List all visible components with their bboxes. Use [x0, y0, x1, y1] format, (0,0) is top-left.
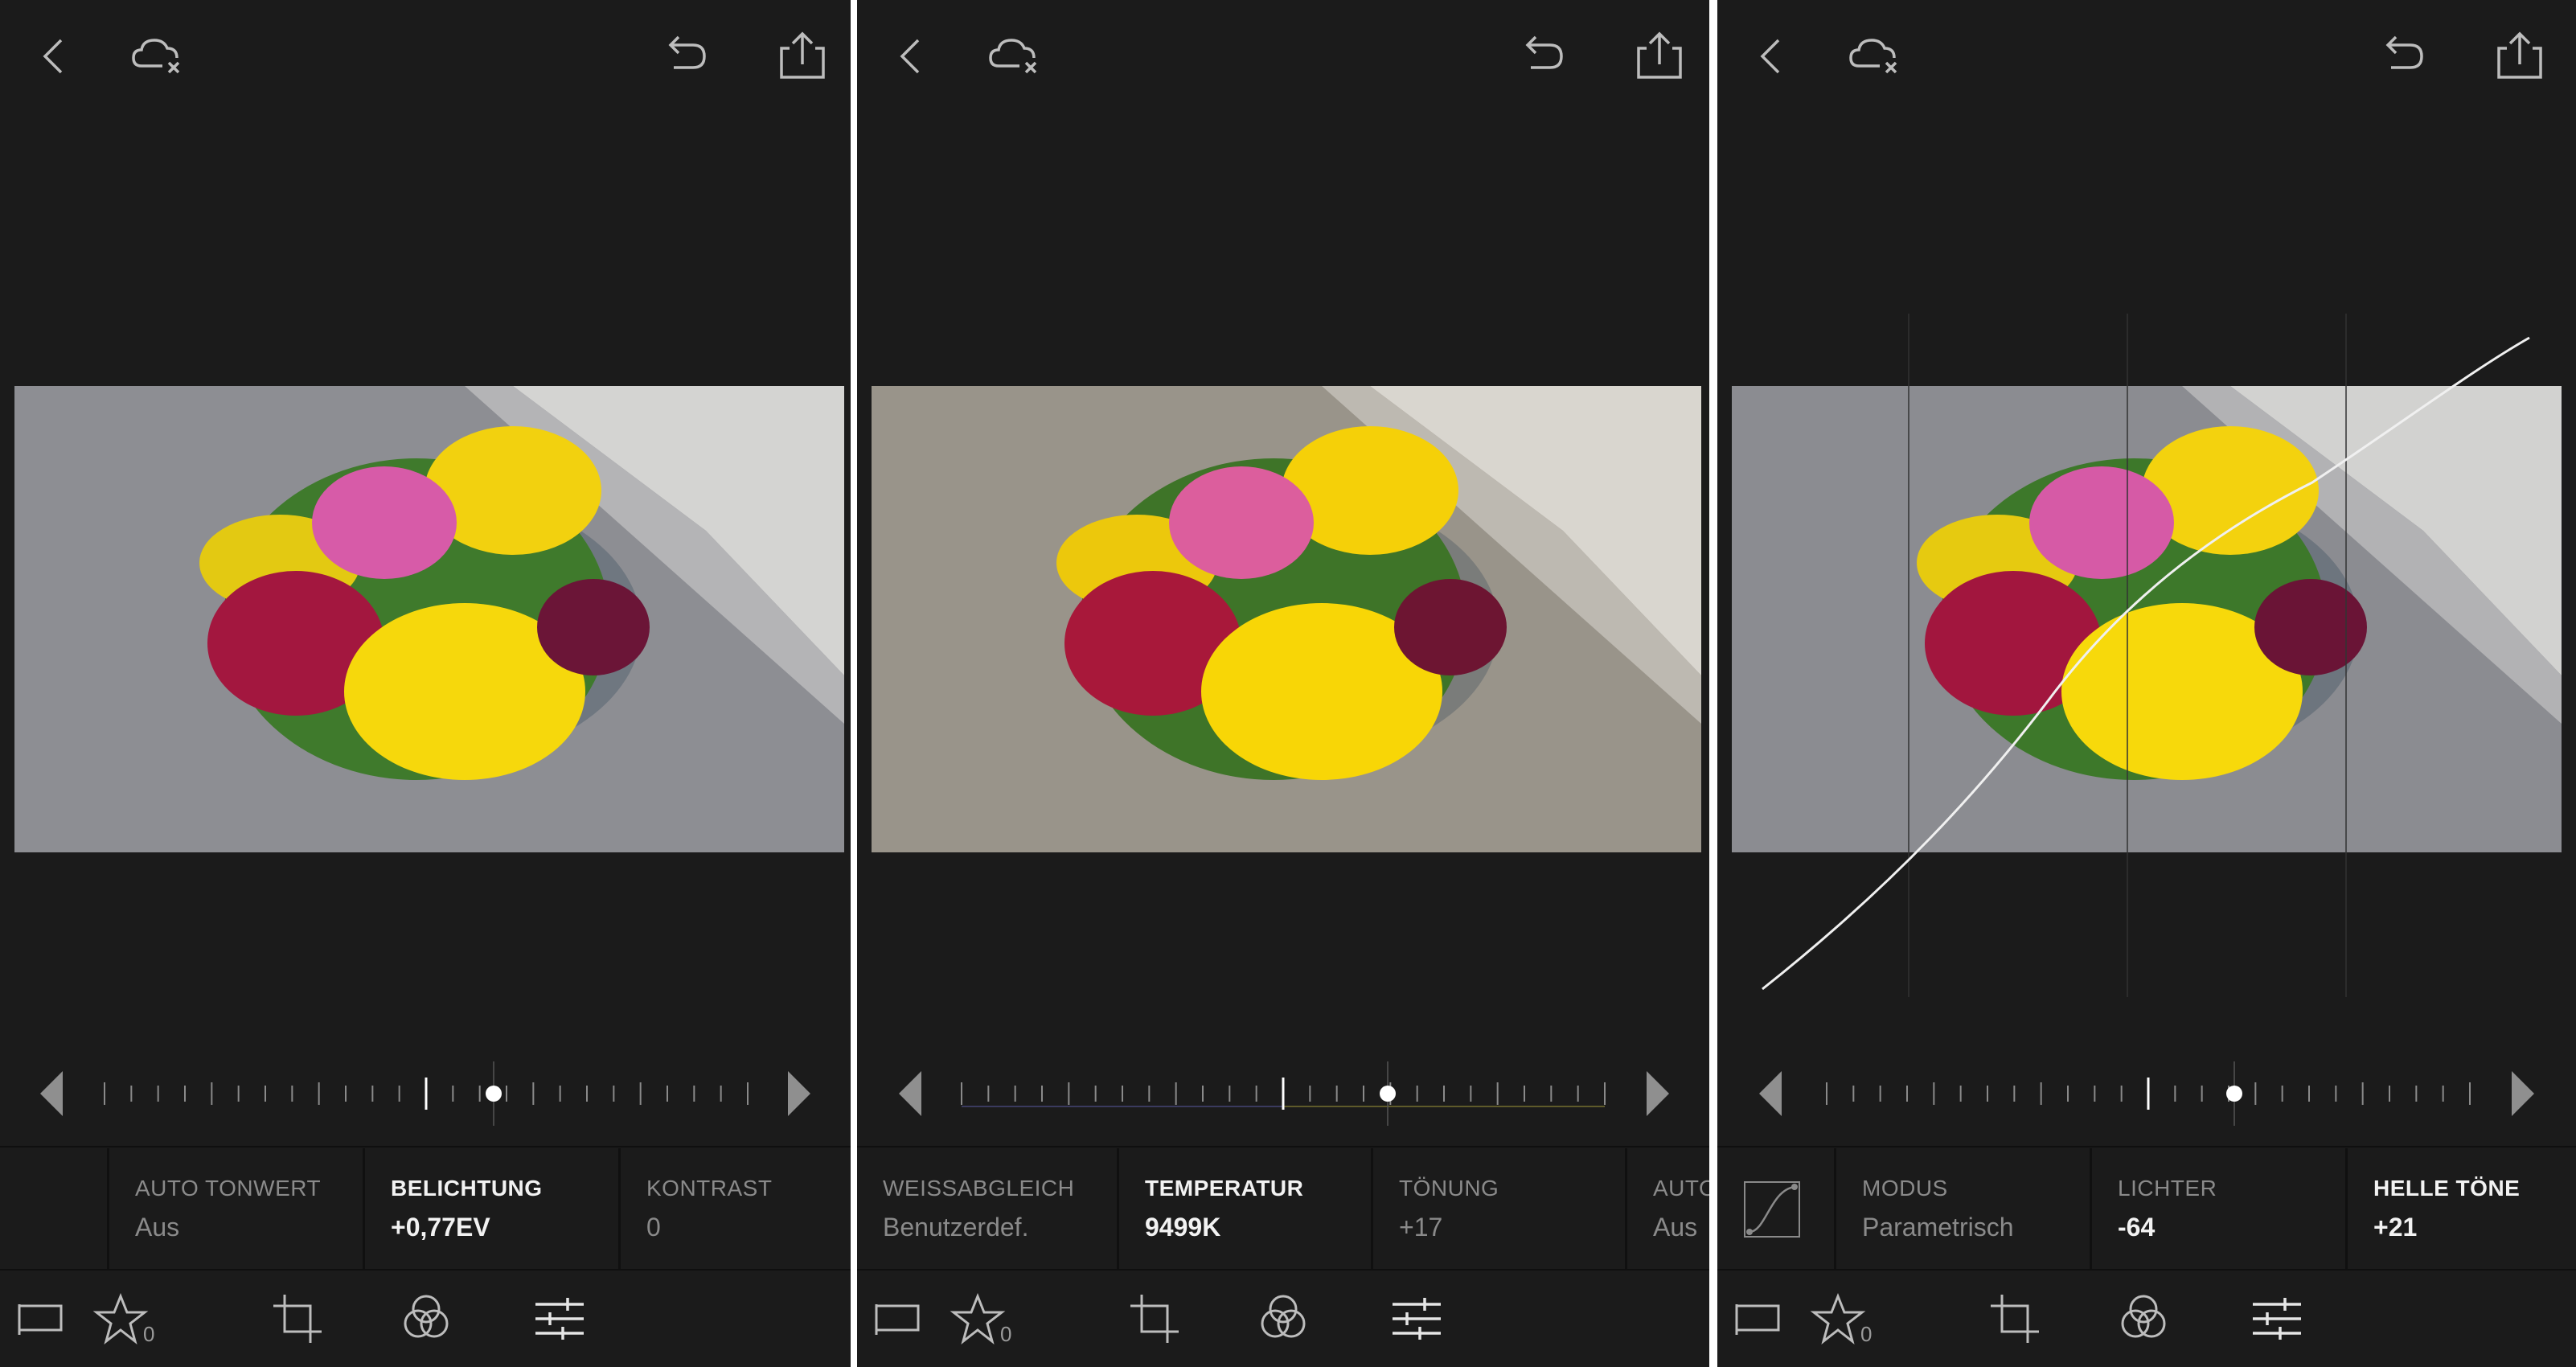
- tab-label: TEMPERATUR: [1145, 1176, 1304, 1201]
- tab-label: LICHTER: [2118, 1176, 2217, 1201]
- slider-right-arrow: [2512, 1071, 2534, 1116]
- tab-spacer: [0, 1148, 109, 1269]
- tab-value: +0,77EV: [391, 1213, 490, 1242]
- tab-value: Aus: [1653, 1213, 1698, 1242]
- back-icon[interactable]: [23, 24, 87, 88]
- crop-icon[interactable]: [1122, 1287, 1187, 1351]
- editor-panel-tone-curve: MODUS Parametrisch LICHTER -64 HELLE TÖN…: [1717, 0, 2576, 1367]
- flag-icon[interactable]: [8, 1287, 72, 1351]
- adjustments-icon[interactable]: [1384, 1287, 1449, 1351]
- cloud-offline-icon[interactable]: [984, 24, 1048, 88]
- tab-lichter[interactable]: LICHTER -64: [2092, 1148, 2348, 1269]
- tab-value: 0: [646, 1213, 661, 1242]
- share-icon[interactable]: [1627, 24, 1692, 88]
- crop-icon[interactable]: [1983, 1287, 2047, 1351]
- tab-auto-tonwert[interactable]: AUTO TONWERT Aus: [109, 1148, 365, 1269]
- tab-label: KONTRAST: [646, 1176, 773, 1201]
- tone-curve-icon: [1744, 1181, 1800, 1238]
- back-icon[interactable]: [880, 24, 944, 88]
- tab-value: +21: [2373, 1213, 2418, 1242]
- slider-right-arrow: [788, 1071, 810, 1116]
- slider-right-arrow: [1647, 1071, 1669, 1116]
- share-icon[interactable]: [770, 24, 835, 88]
- undo-icon[interactable]: [2370, 24, 2434, 88]
- editor-panel-exposure: AUTO TONWERT Aus BELICHTUNG +0,77EV KONT…: [0, 0, 851, 1367]
- rating-count: 0: [1860, 1322, 1873, 1346]
- bottom-toolbar: 0: [857, 1271, 1709, 1367]
- tab-belichtung[interactable]: BELICHTUNG +0,77EV: [365, 1148, 621, 1269]
- cloud-offline-icon[interactable]: [127, 24, 191, 88]
- adjustment-slider[interactable]: [1717, 1045, 2576, 1142]
- tab-label: BELICHTUNG: [391, 1176, 543, 1201]
- tab-label: TÖNUNG: [1399, 1176, 1499, 1201]
- adjustment-tabs: AUTO TONWERT Aus BELICHTUNG +0,77EV KONT…: [0, 1148, 851, 1269]
- adjustment-tabs: WEISSABGLEICH Benutzerdef. TEMPERATUR 94…: [857, 1148, 1709, 1269]
- rating-count: 0: [143, 1322, 155, 1346]
- tab-value: 9499K: [1145, 1213, 1221, 1242]
- slider-left-arrow: [40, 1071, 63, 1116]
- adjustment-slider[interactable]: [0, 1045, 851, 1142]
- tab-helle-toene[interactable]: HELLE TÖNE +21: [2348, 1148, 2576, 1269]
- tone-curve-button[interactable]: [1717, 1148, 1836, 1269]
- tab-label: HELLE TÖNE: [2373, 1176, 2521, 1201]
- flag-icon[interactable]: [865, 1287, 929, 1351]
- tab-label: AUTO TONWERT: [135, 1176, 322, 1201]
- adjustment-tabs: MODUS Parametrisch LICHTER -64 HELLE TÖN…: [1717, 1148, 2576, 1269]
- share-icon[interactable]: [2488, 24, 2552, 88]
- flag-icon[interactable]: [1725, 1287, 1790, 1351]
- adjustments-icon[interactable]: [2245, 1287, 2309, 1351]
- rating-count: 0: [1000, 1322, 1012, 1346]
- adjustments-icon[interactable]: [527, 1287, 592, 1351]
- photo-preview: [14, 386, 844, 852]
- bottom-toolbar: 0: [1717, 1271, 2576, 1367]
- bottom-toolbar: 0: [0, 1271, 851, 1367]
- tone-curve-line: [1762, 336, 2530, 991]
- cloud-offline-icon[interactable]: [1844, 24, 1909, 88]
- tab-value: Parametrisch: [1862, 1213, 2014, 1242]
- tab-temperatur[interactable]: TEMPERATUR 9499K: [1119, 1148, 1373, 1269]
- slider-handle: [486, 1086, 502, 1102]
- slider-left-arrow: [899, 1071, 921, 1116]
- tab-label: WEISSABGLEICH: [883, 1176, 1075, 1201]
- undo-icon[interactable]: [653, 24, 717, 88]
- tab-value: -64: [2118, 1213, 2156, 1242]
- tab-label: MODUS: [1862, 1176, 1948, 1201]
- undo-icon[interactable]: [1510, 24, 1574, 88]
- photo-preview: [872, 386, 1701, 852]
- editor-panel-white-balance: WEISSABGLEICH Benutzerdef. TEMPERATUR 94…: [857, 0, 1709, 1367]
- tab-label: AUTO: [1653, 1176, 1709, 1201]
- tab-value: +17: [1399, 1213, 1443, 1242]
- crop-icon[interactable]: [265, 1287, 330, 1351]
- tab-value: Aus: [135, 1213, 180, 1242]
- tab-toenung[interactable]: TÖNUNG +17: [1373, 1148, 1627, 1269]
- tab-kontrast[interactable]: KONTRAST 0: [621, 1148, 851, 1269]
- tab-weissabgleich[interactable]: WEISSABGLEICH Benutzerdef.: [857, 1148, 1119, 1269]
- presets-icon[interactable]: [1251, 1287, 1315, 1351]
- tab-modus[interactable]: MODUS Parametrisch: [1836, 1148, 2092, 1269]
- presets-icon[interactable]: [2111, 1287, 2176, 1351]
- tab-value: Benutzerdef.: [883, 1213, 1029, 1242]
- tone-curve-overlay[interactable]: [1717, 306, 2576, 1005]
- slider-handle: [1380, 1086, 1396, 1102]
- presets-icon[interactable]: [394, 1287, 458, 1351]
- slider-handle: [2226, 1086, 2242, 1102]
- adjustment-slider[interactable]: [857, 1045, 1709, 1142]
- slider-left-arrow: [1759, 1071, 1782, 1116]
- back-icon[interactable]: [1740, 24, 1804, 88]
- tab-auto[interactable]: AUTO Aus: [1627, 1148, 1709, 1269]
